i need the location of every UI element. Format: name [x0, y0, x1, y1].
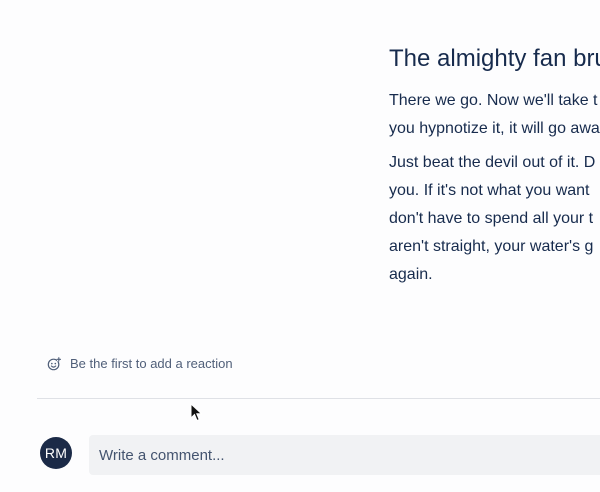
article-heading: The almighty fan brus — [389, 45, 600, 72]
paragraph-line: Just beat the devil out of it. D — [389, 154, 596, 171]
article-content: The almighty fan brus There we go. Now w… — [389, 44, 600, 289]
paragraph-line: don't have to spend all your t — [389, 210, 594, 227]
paragraph-line: There we go. Now we'll take t — [389, 92, 598, 109]
paragraph-line: aren't straight, your water's g — [389, 238, 594, 255]
page: The almighty fan brus There we go. Now w… — [0, 0, 600, 492]
add-reaction-label: Be the first to add a reaction — [70, 356, 233, 371]
comment-input[interactable]: Write a comment... — [89, 435, 600, 475]
article-paragraph-2: Just beat the devil out of it. D you. If… — [389, 149, 600, 289]
comment-placeholder: Write a comment... — [99, 446, 225, 464]
article-paragraph-1: There we go. Now we'll take t you hypnot… — [389, 87, 600, 143]
add-reaction-button[interactable]: Be the first to add a reaction — [47, 356, 233, 371]
divider — [37, 398, 600, 399]
avatar-initials: RM — [44, 445, 68, 461]
add-reaction-icon — [47, 356, 61, 370]
paragraph-line: again. — [389, 266, 433, 283]
mouse-cursor-icon — [190, 403, 203, 422]
avatar[interactable]: RM — [40, 437, 72, 469]
paragraph-line: you hypnotize it, it will go awa — [389, 120, 600, 137]
paragraph-line: you. If it's not what you want — [389, 182, 590, 199]
